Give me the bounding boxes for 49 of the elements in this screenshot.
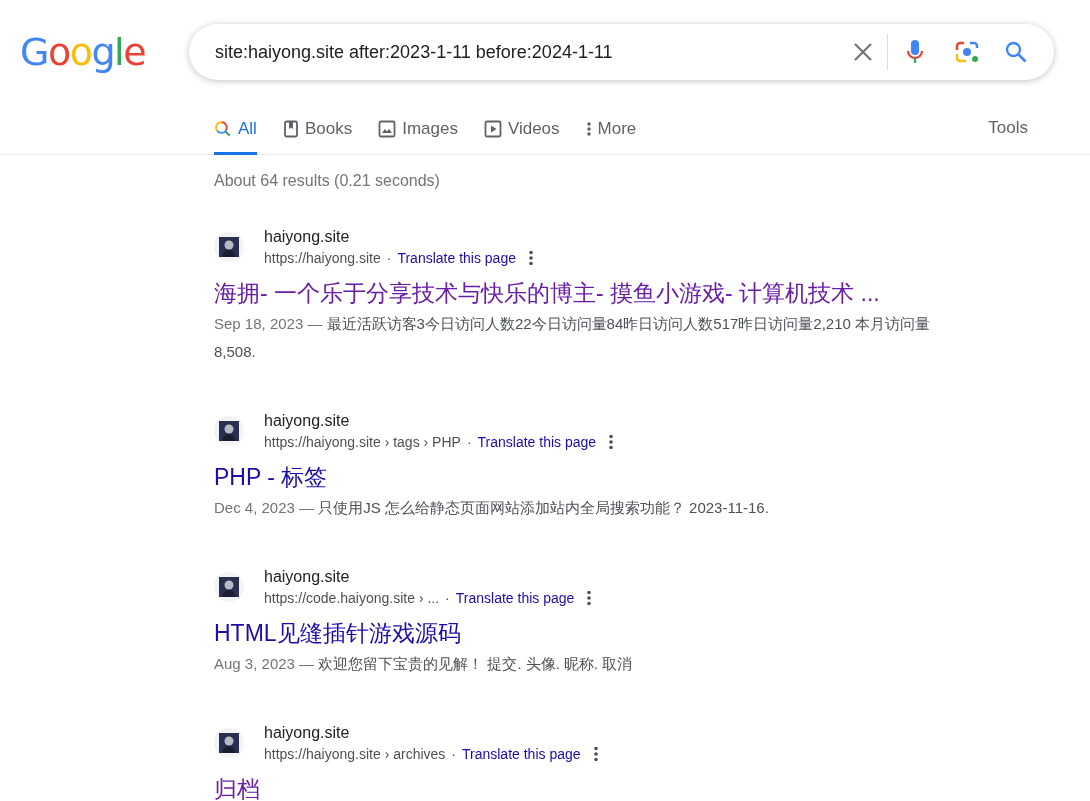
separator-dot: · bbox=[386, 249, 392, 268]
search-tab[interactable]: Images bbox=[378, 107, 458, 155]
translate-link[interactable]: Translate this page bbox=[477, 432, 597, 452]
more-options-icon[interactable] bbox=[528, 249, 534, 267]
result-url: https://haiyong.site › archives bbox=[264, 745, 446, 764]
search-icon bbox=[214, 119, 232, 138]
result-title-link[interactable]: 归档 bbox=[214, 774, 1090, 801]
search-icon[interactable] bbox=[1004, 40, 1028, 64]
search-tab[interactable]: All bbox=[214, 107, 257, 155]
result-url: https://haiyong.site bbox=[264, 249, 381, 268]
site-name: haiyong.site bbox=[264, 723, 351, 743]
more-options-icon[interactable] bbox=[608, 433, 615, 451]
book-icon bbox=[282, 119, 299, 138]
microphone-icon[interactable] bbox=[906, 39, 924, 65]
video-icon bbox=[483, 119, 502, 138]
result-title-link[interactable]: 海拥- 一个乐于分享技术与快乐的博主- 摸鱼小游戏- 计算机技术 ... bbox=[214, 278, 1090, 308]
separator-dot: · bbox=[451, 745, 456, 764]
site-favicon bbox=[214, 728, 244, 758]
google-logo[interactable]: Google bbox=[20, 24, 189, 80]
more-options-icon[interactable] bbox=[592, 745, 599, 763]
translate-link[interactable]: Translate this page bbox=[455, 588, 575, 608]
site-name: haiyong.site bbox=[264, 411, 351, 431]
tools-button[interactable]: Tools bbox=[988, 107, 1028, 154]
result-url: https://code.haiyong.site › ... bbox=[264, 589, 440, 608]
site-favicon bbox=[214, 232, 244, 262]
site-favicon bbox=[214, 416, 244, 446]
more-icon bbox=[585, 119, 592, 138]
search-tab[interactable]: Videos bbox=[483, 107, 560, 155]
result-snippet: Sep 18, 2023 — 最近活跃访客3今日访问人数22今日访问量84昨日访问人数517昨日访问量2,210 本月访问量8,508. bbox=[214, 314, 932, 362]
separator-dot: · bbox=[466, 433, 472, 452]
search-input[interactable]: site:haiyong.site after:2023-1-11 before:2024-1-11 bbox=[215, 41, 853, 63]
result-url: https://haiyong.site › tags › PHP bbox=[264, 433, 461, 452]
result-title-link[interactable]: PHP - 标签 bbox=[214, 462, 1090, 492]
camera-icon[interactable] bbox=[954, 40, 980, 64]
search-tab[interactable]: More bbox=[585, 107, 637, 155]
site-name: haiyong.site bbox=[264, 227, 351, 247]
result-snippet: Dec 4, 2023 — 只使用JS 怎么给静态页面网站添加站内全局搜索功能？ 2023-11-16. bbox=[214, 498, 770, 518]
result-snippet: Aug 3, 2023 — 欢迎您留下宝贵的见解！ 提交. 头像. 昵称. 取消 bbox=[214, 654, 634, 674]
translate-link[interactable]: Translate this page bbox=[462, 744, 581, 764]
separator-dot: · bbox=[445, 589, 450, 608]
site-favicon bbox=[214, 572, 244, 602]
site-name: haiyong.site bbox=[264, 567, 351, 587]
close-icon[interactable] bbox=[853, 42, 873, 62]
translate-link[interactable]: Translate this page bbox=[397, 248, 516, 268]
image-icon bbox=[378, 119, 397, 138]
search-tab[interactable]: Books bbox=[282, 107, 353, 155]
result-title-link[interactable]: HTML见缝插针游戏源码 bbox=[214, 618, 1090, 648]
more-options-icon[interactable] bbox=[586, 589, 593, 607]
result-stats: About 64 results (0.21 seconds) bbox=[214, 171, 441, 191]
